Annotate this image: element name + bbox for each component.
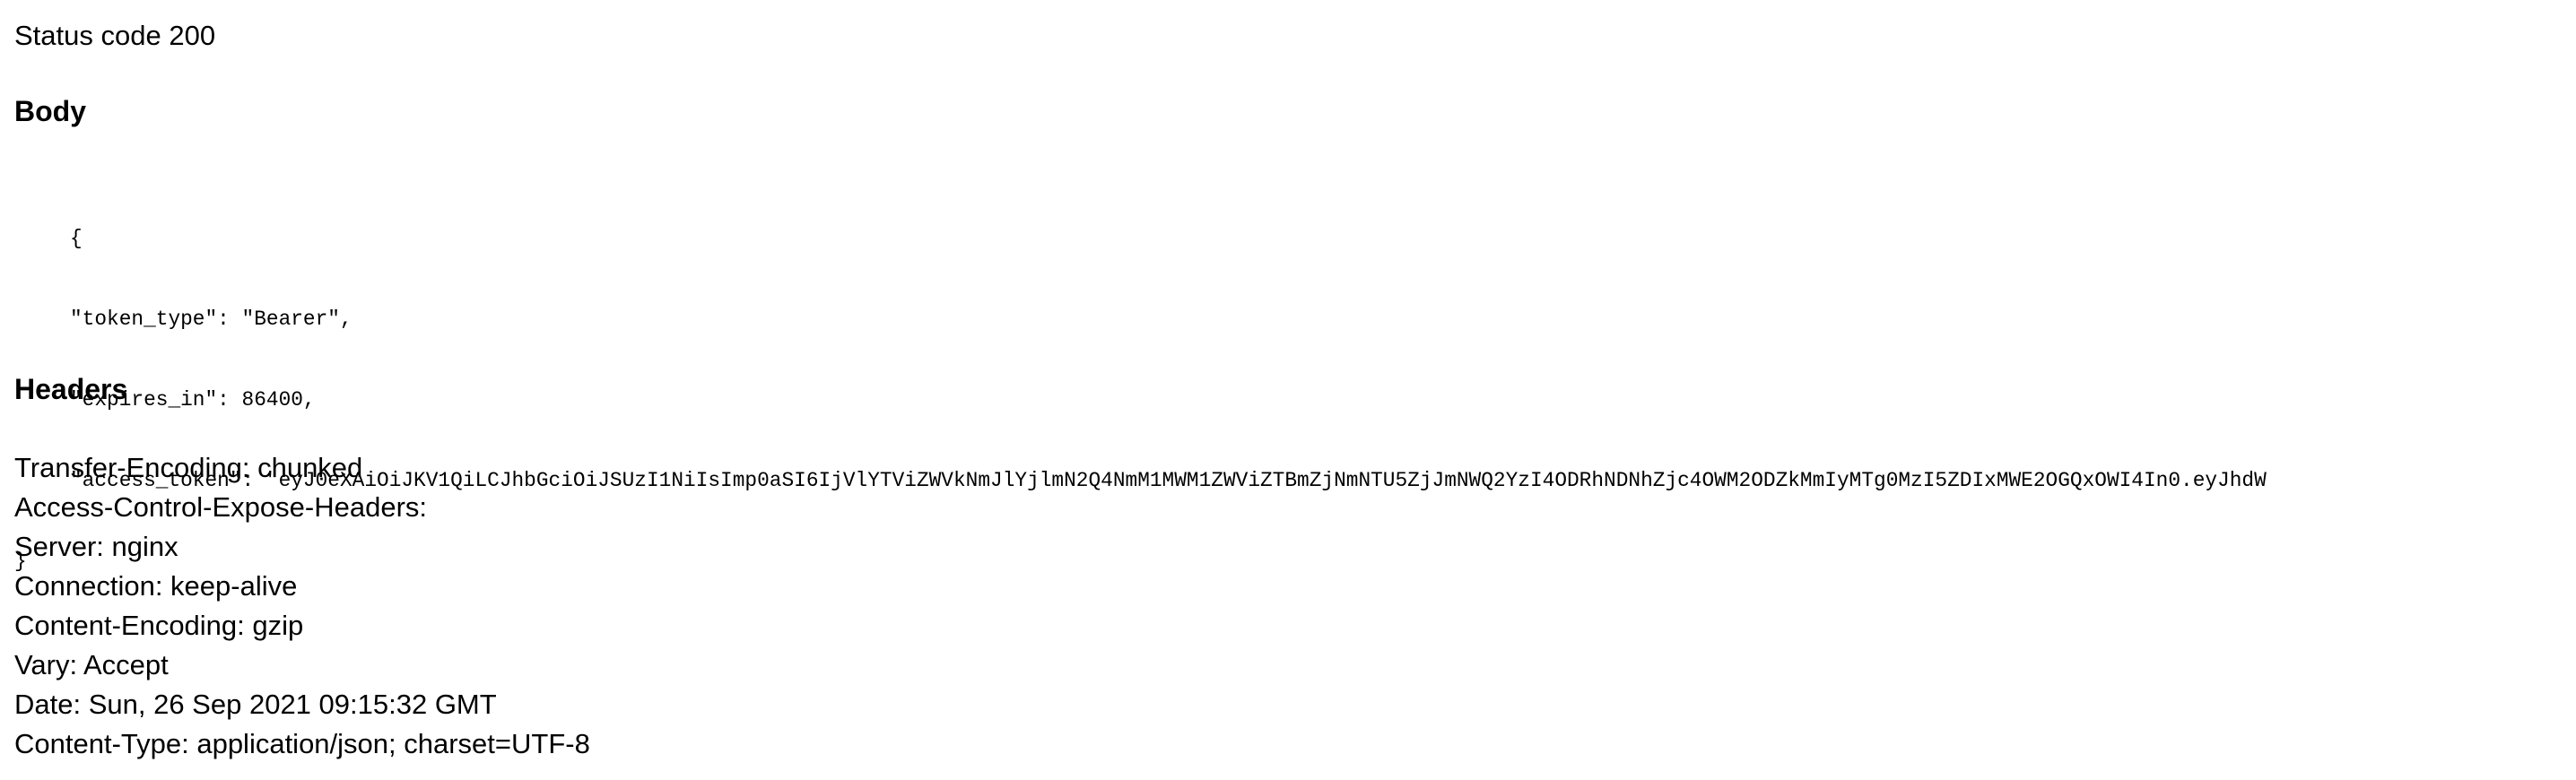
header-date: Date: Sun, 26 Sep 2021 09:15:32 GMT: [14, 689, 497, 720]
json-open-brace: {: [70, 227, 83, 250]
header-transfer-encoding: Transfer-Encoding: chunked: [14, 452, 363, 483]
header-content-type: Content-Type: application/json; charset=…: [14, 728, 590, 759]
response-page: Status code 200 Body { "token_type": "Be…: [14, 0, 2576, 780]
json-expires-in-line: "expires_in": 86400,: [70, 388, 316, 412]
header-content-encoding: Content-Encoding: gzip: [14, 610, 304, 641]
body-heading: Body: [14, 95, 86, 127]
headers-list: Transfer-Encoding: chunked Access-Contro…: [14, 448, 590, 764]
header-connection: Connection: keep-alive: [14, 570, 298, 602]
json-token-type-line: "token_type": "Bearer",: [70, 308, 352, 331]
header-vary: Vary: Accept: [14, 649, 169, 680]
header-access-control-expose-headers: Access-Control-Expose-Headers:: [14, 491, 428, 523]
header-server: Server: nginx: [14, 531, 178, 562]
headers-heading: Headers: [14, 373, 128, 405]
status-code-text: Status code 200: [14, 20, 216, 51]
